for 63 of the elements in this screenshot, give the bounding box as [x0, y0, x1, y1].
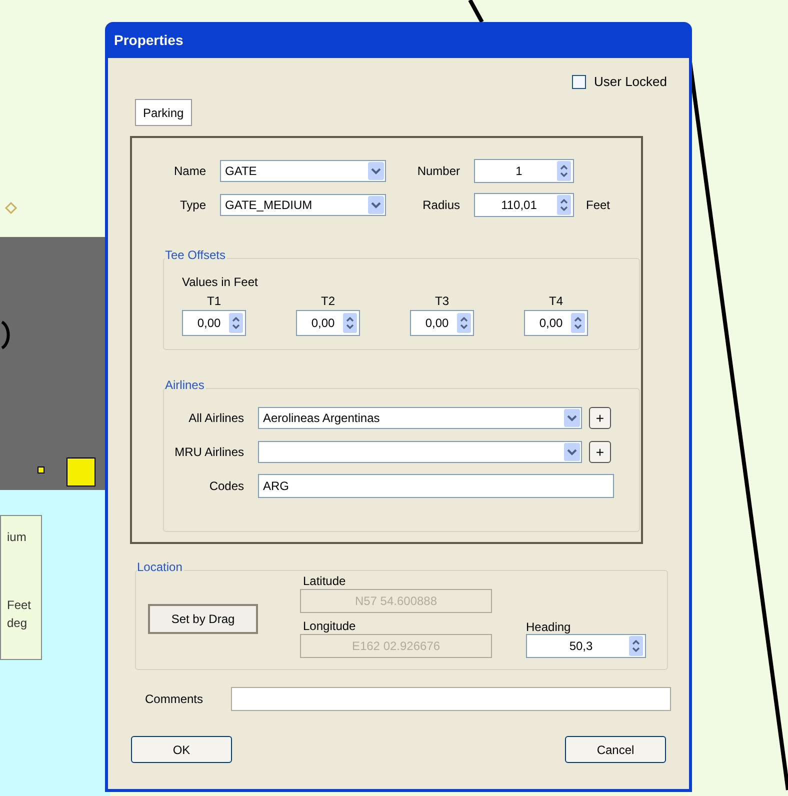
field-label: T2	[320, 294, 335, 308]
coordinate-field: E162 02.926676	[300, 634, 492, 658]
field-label: Number	[417, 163, 460, 180]
spinner-field[interactable]: 0,00	[182, 310, 246, 336]
canvas-label: Feet	[7, 597, 32, 614]
spinner-arrows-icon[interactable]	[457, 313, 471, 333]
codes-field[interactable]: ARG	[258, 474, 614, 498]
add-button[interactable]: +	[589, 407, 611, 429]
spinner-arrows-icon[interactable]	[229, 313, 243, 333]
group-title: Location	[137, 560, 184, 574]
field-label: Name	[174, 163, 206, 180]
spinner-field[interactable]: 50,3	[526, 634, 646, 658]
set-by-drag-button[interactable]: Set by Drag	[148, 604, 258, 634]
spinner-field[interactable]: 110,01	[474, 193, 574, 217]
field-label: Radius	[422, 197, 460, 214]
field-label: Feet	[586, 197, 610, 214]
spinner-field[interactable]: 1	[474, 159, 574, 183]
combo-box[interactable]	[258, 441, 582, 463]
checkbox[interactable]	[572, 75, 586, 89]
canvas-label: ium	[7, 529, 28, 546]
field-label: All Airlines	[188, 410, 244, 427]
field-label: Longitude	[303, 618, 357, 634]
field-label: Comments	[145, 691, 204, 708]
group-title: Tee Offsets	[165, 248, 228, 262]
field-label: T3	[434, 294, 449, 308]
field-label: T4	[548, 294, 563, 308]
arc-mark	[1, 320, 10, 350]
dropdown-icon[interactable]	[564, 409, 580, 427]
dropdown-icon[interactable]	[564, 443, 580, 461]
spinner-arrows-icon[interactable]	[557, 195, 571, 215]
spinner-field[interactable]: 0,00	[410, 310, 474, 336]
dropdown-icon[interactable]	[368, 196, 384, 214]
combo-box[interactable]: GATE	[220, 160, 386, 182]
dialog-button[interactable]: Cancel	[565, 736, 666, 763]
spinner-field[interactable]: 0,00	[296, 310, 360, 336]
coordinate-field: N57 54.600888	[300, 589, 492, 613]
spinner-arrows-icon[interactable]	[343, 313, 357, 333]
field-label: Type	[180, 197, 206, 214]
window-title: Properties	[114, 30, 184, 50]
map-marker	[66, 458, 96, 486]
field-label: Codes	[209, 478, 244, 495]
diamond-mark	[4, 202, 18, 214]
field-label: MRU Airlines	[174, 444, 244, 461]
dropdown-icon[interactable]	[368, 162, 384, 180]
canvas-label: deg	[7, 615, 28, 632]
field-label: User Locked	[594, 73, 667, 92]
route-line	[468, 0, 484, 23]
dialog-button[interactable]: OK	[131, 736, 232, 763]
combo-box[interactable]: Aerolineas Argentinas	[258, 407, 582, 429]
spinner-arrows-icon[interactable]	[557, 161, 571, 181]
spinner-arrows-icon[interactable]	[571, 313, 585, 333]
comments-field[interactable]	[231, 687, 671, 711]
field-label: Latitude	[303, 573, 347, 589]
field-label: Values in Feet	[182, 274, 259, 291]
field-label: Heading	[526, 620, 572, 634]
spinner-arrows-icon[interactable]	[629, 636, 643, 656]
group-title: Airlines	[165, 378, 206, 392]
tab[interactable]: Parking	[135, 99, 192, 126]
combo-box[interactable]: GATE_MEDIUM	[220, 194, 386, 216]
add-button[interactable]: +	[589, 441, 611, 463]
small-marker	[38, 466, 44, 474]
spinner-field[interactable]: 0,00	[524, 310, 588, 336]
field-label: T1	[206, 294, 221, 308]
